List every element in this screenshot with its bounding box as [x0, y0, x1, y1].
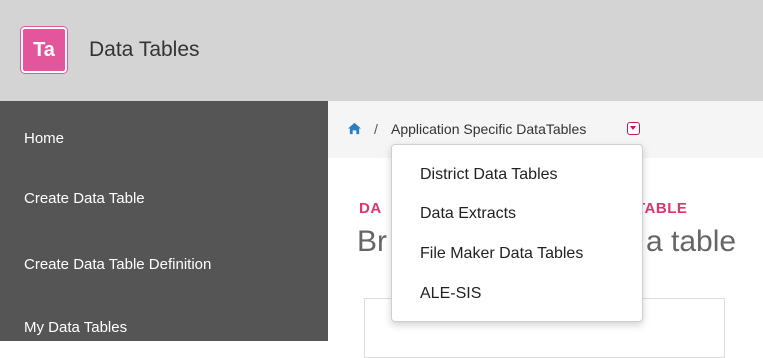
menu-item-file-maker-data-tables[interactable]: File Maker Data Tables [420, 245, 583, 263]
menu-item-data-extracts[interactable]: Data Extracts [420, 205, 516, 223]
sidebar-item-my-data-tables[interactable]: My Data Tables [24, 319, 127, 336]
sidebar-item-home[interactable]: Home [24, 130, 64, 147]
sidebar-item-create-data-table[interactable]: Create Data Table [24, 190, 145, 207]
section-label: DA [359, 200, 382, 217]
sidebar-item-create-data-table-definition[interactable]: Create Data Table Definition [24, 256, 211, 273]
page-heading: Br [357, 225, 387, 258]
app-title: Data Tables [89, 38, 200, 61]
breadcrumb-dropdown-menu: District Data Tables Data Extracts File … [391, 144, 643, 322]
app-logo[interactable]: Ta [21, 27, 67, 73]
section-label-continued: TABLE [636, 200, 688, 217]
caret-down-icon[interactable] [627, 122, 640, 135]
home-icon[interactable] [347, 122, 362, 135]
breadcrumb-current[interactable]: Application Specific DataTables [391, 121, 586, 137]
app-header: Ta Data Tables [0, 0, 763, 101]
menu-item-district-data-tables[interactable]: District Data Tables [420, 166, 558, 184]
menu-item-ale-sis[interactable]: ALE-SIS [420, 285, 481, 303]
breadcrumb-separator: / [374, 121, 378, 137]
sidebar: Home Create Data Table Create Data Table… [0, 101, 328, 341]
page-heading-continued: a table [646, 225, 737, 258]
